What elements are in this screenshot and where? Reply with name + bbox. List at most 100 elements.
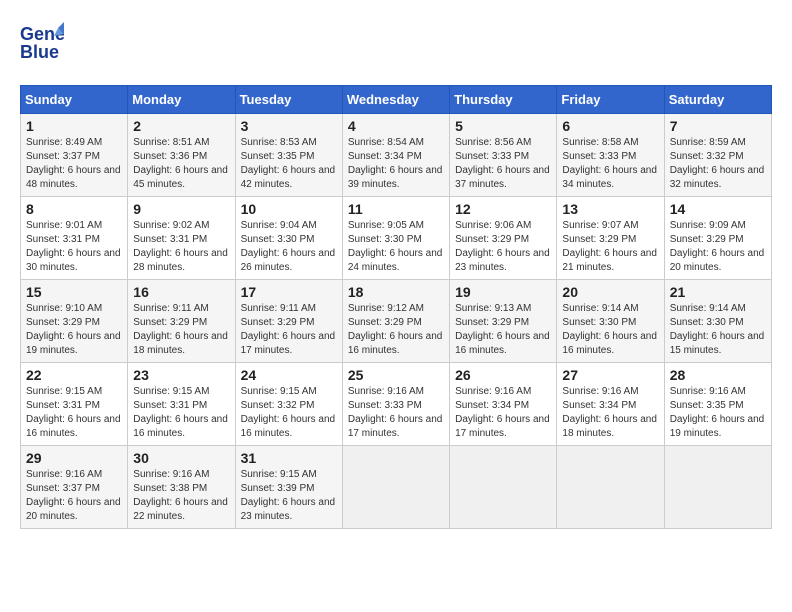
day-info: Sunrise: 9:09 AMSunset: 3:29 PMDaylight:… xyxy=(670,219,766,275)
day-info: Sunrise: 8:51 AMSunset: 3:36 PMDaylight:… xyxy=(133,136,229,192)
calendar-cell: 1 Sunrise: 8:49 AMSunset: 3:37 PMDaylight… xyxy=(21,114,128,197)
day-number: 16 xyxy=(133,284,229,300)
day-info: Sunrise: 8:58 AMSunset: 3:33 PMDaylight:… xyxy=(562,136,658,192)
calendar-cell: 21 Sunrise: 9:14 AMSunset: 3:30 PMDayligh… xyxy=(664,280,771,363)
calendar-cell: 15 Sunrise: 9:10 AMSunset: 3:29 PMDayligh… xyxy=(21,280,128,363)
calendar-week-4: 22 Sunrise: 9:15 AMSunset: 3:31 PMDayligh… xyxy=(21,363,772,446)
day-number: 7 xyxy=(670,118,766,134)
day-number: 27 xyxy=(562,367,658,383)
day-number: 21 xyxy=(670,284,766,300)
calendar-cell: 30 Sunrise: 9:16 AMSunset: 3:38 PMDayligh… xyxy=(128,446,235,529)
calendar-week-2: 8 Sunrise: 9:01 AMSunset: 3:31 PMDaylight… xyxy=(21,197,772,280)
day-info: Sunrise: 9:06 AMSunset: 3:29 PMDaylight:… xyxy=(455,219,551,275)
calendar-cell: 3 Sunrise: 8:53 AMSunset: 3:35 PMDaylight… xyxy=(235,114,342,197)
calendar-cell: 23 Sunrise: 9:15 AMSunset: 3:31 PMDayligh… xyxy=(128,363,235,446)
day-info: Sunrise: 9:15 AMSunset: 3:31 PMDaylight:… xyxy=(133,385,229,441)
calendar-cell: 2Sunrise: 8:51 AMSunset: 3:36 PMDaylight… xyxy=(128,114,235,197)
logo: General Blue xyxy=(20,20,64,69)
calendar-cell: 25Sunrise: 9:16 AMSunset: 3:33 PMDayligh… xyxy=(342,363,449,446)
calendar-cell: 22 Sunrise: 9:15 AMSunset: 3:31 PMDayligh… xyxy=(21,363,128,446)
calendar-cell: 7 Sunrise: 8:59 AMSunset: 3:32 PMDaylight… xyxy=(664,114,771,197)
day-info: Sunrise: 9:16 AMSunset: 3:35 PMDaylight:… xyxy=(670,385,766,441)
calendar-cell: 12 Sunrise: 9:06 AMSunset: 3:29 PMDayligh… xyxy=(450,197,557,280)
calendar-cell: 9Sunrise: 9:02 AMSunset: 3:31 PMDaylight… xyxy=(128,197,235,280)
day-info: Sunrise: 9:14 AMSunset: 3:30 PMDaylight:… xyxy=(562,302,658,358)
day-info: Sunrise: 9:16 AMSunset: 3:34 PMDaylight:… xyxy=(455,385,551,441)
day-number: 17 xyxy=(241,284,337,300)
day-number: 12 xyxy=(455,201,551,217)
day-number: 14 xyxy=(670,201,766,217)
calendar-cell xyxy=(342,446,449,529)
day-number: 15 xyxy=(26,284,122,300)
day-number: 11 xyxy=(348,201,444,217)
day-number: 20 xyxy=(562,284,658,300)
day-info: Sunrise: 8:49 AMSunset: 3:37 PMDaylight:… xyxy=(26,136,122,192)
day-info: Sunrise: 9:14 AMSunset: 3:30 PMDaylight:… xyxy=(670,302,766,358)
day-number: 3 xyxy=(241,118,337,134)
calendar-cell: 18Sunrise: 9:12 AMSunset: 3:29 PMDayligh… xyxy=(342,280,449,363)
calendar-cell: 8 Sunrise: 9:01 AMSunset: 3:31 PMDaylight… xyxy=(21,197,128,280)
day-info: Sunrise: 9:16 AMSunset: 3:33 PMDaylight:… xyxy=(348,385,444,441)
calendar-cell: 20 Sunrise: 9:14 AMSunset: 3:30 PMDayligh… xyxy=(557,280,664,363)
day-number: 30 xyxy=(133,450,229,466)
calendar-cell: 17 Sunrise: 9:11 AMSunset: 3:29 PMDayligh… xyxy=(235,280,342,363)
day-number: 4 xyxy=(348,118,444,134)
header-friday: Friday xyxy=(557,86,664,114)
calendar-cell: 29Sunrise: 9:16 AMSunset: 3:37 PMDayligh… xyxy=(21,446,128,529)
calendar-cell: 28 Sunrise: 9:16 AMSunset: 3:35 PMDayligh… xyxy=(664,363,771,446)
calendar-cell: 4Sunrise: 8:54 AMSunset: 3:34 PMDaylight… xyxy=(342,114,449,197)
day-info: Sunrise: 9:15 AMSunset: 3:39 PMDaylight:… xyxy=(241,468,337,524)
calendar-cell: 24 Sunrise: 9:15 AMSunset: 3:32 PMDayligh… xyxy=(235,363,342,446)
day-number: 24 xyxy=(241,367,337,383)
day-number: 13 xyxy=(562,201,658,217)
header-thursday: Thursday xyxy=(450,86,557,114)
day-info: Sunrise: 9:15 AMSunset: 3:31 PMDaylight:… xyxy=(26,385,122,441)
day-info: Sunrise: 9:02 AMSunset: 3:31 PMDaylight:… xyxy=(133,219,229,275)
day-info: Sunrise: 9:07 AMSunset: 3:29 PMDaylight:… xyxy=(562,219,658,275)
calendar-header-row: SundayMondayTuesdayWednesdayThursdayFrid… xyxy=(21,86,772,114)
header-tuesday: Tuesday xyxy=(235,86,342,114)
header-wednesday: Wednesday xyxy=(342,86,449,114)
day-number: 31 xyxy=(241,450,337,466)
day-info: Sunrise: 9:16 AMSunset: 3:37 PMDaylight:… xyxy=(26,468,122,524)
calendar-cell: 27Sunrise: 9:16 AMSunset: 3:34 PMDayligh… xyxy=(557,363,664,446)
calendar-cell xyxy=(664,446,771,529)
day-info: Sunrise: 9:10 AMSunset: 3:29 PMDaylight:… xyxy=(26,302,122,358)
calendar-week-5: 29Sunrise: 9:16 AMSunset: 3:37 PMDayligh… xyxy=(21,446,772,529)
day-info: Sunrise: 9:04 AMSunset: 3:30 PMDaylight:… xyxy=(241,219,337,275)
day-info: Sunrise: 9:11 AMSunset: 3:29 PMDaylight:… xyxy=(241,302,337,358)
day-number: 1 xyxy=(26,118,122,134)
day-info: Sunrise: 9:16 AMSunset: 3:38 PMDaylight:… xyxy=(133,468,229,524)
calendar-cell: 26Sunrise: 9:16 AMSunset: 3:34 PMDayligh… xyxy=(450,363,557,446)
header-sunday: Sunday xyxy=(21,86,128,114)
day-info: Sunrise: 9:13 AMSunset: 3:29 PMDaylight:… xyxy=(455,302,551,358)
day-info: Sunrise: 9:11 AMSunset: 3:29 PMDaylight:… xyxy=(133,302,229,358)
day-info: Sunrise: 9:01 AMSunset: 3:31 PMDaylight:… xyxy=(26,219,122,275)
header-saturday: Saturday xyxy=(664,86,771,114)
day-info: Sunrise: 8:53 AMSunset: 3:35 PMDaylight:… xyxy=(241,136,337,192)
calendar-cell xyxy=(557,446,664,529)
day-number: 19 xyxy=(455,284,551,300)
calendar-week-1: 1 Sunrise: 8:49 AMSunset: 3:37 PMDaylight… xyxy=(21,114,772,197)
calendar-cell: 16 Sunrise: 9:11 AMSunset: 3:29 PMDayligh… xyxy=(128,280,235,363)
logo-icon: General Blue xyxy=(20,20,64,69)
calendar-week-3: 15 Sunrise: 9:10 AMSunset: 3:29 PMDayligh… xyxy=(21,280,772,363)
calendar-cell xyxy=(450,446,557,529)
day-number: 28 xyxy=(670,367,766,383)
day-number: 23 xyxy=(133,367,229,383)
day-number: 10 xyxy=(241,201,337,217)
calendar-cell: 31 Sunrise: 9:15 AMSunset: 3:39 PMDayligh… xyxy=(235,446,342,529)
day-info: Sunrise: 8:56 AMSunset: 3:33 PMDaylight:… xyxy=(455,136,551,192)
calendar-cell: 14 Sunrise: 9:09 AMSunset: 3:29 PMDayligh… xyxy=(664,197,771,280)
day-number: 5 xyxy=(455,118,551,134)
page-header: General Blue xyxy=(20,20,772,69)
calendar-cell: 19 Sunrise: 9:13 AMSunset: 3:29 PMDayligh… xyxy=(450,280,557,363)
day-number: 6 xyxy=(562,118,658,134)
calendar-cell: 5 Sunrise: 8:56 AMSunset: 3:33 PMDaylight… xyxy=(450,114,557,197)
header-monday: Monday xyxy=(128,86,235,114)
day-info: Sunrise: 9:15 AMSunset: 3:32 PMDaylight:… xyxy=(241,385,337,441)
day-number: 22 xyxy=(26,367,122,383)
svg-text:Blue: Blue xyxy=(20,42,59,62)
day-info: Sunrise: 8:59 AMSunset: 3:32 PMDaylight:… xyxy=(670,136,766,192)
day-number: 8 xyxy=(26,201,122,217)
